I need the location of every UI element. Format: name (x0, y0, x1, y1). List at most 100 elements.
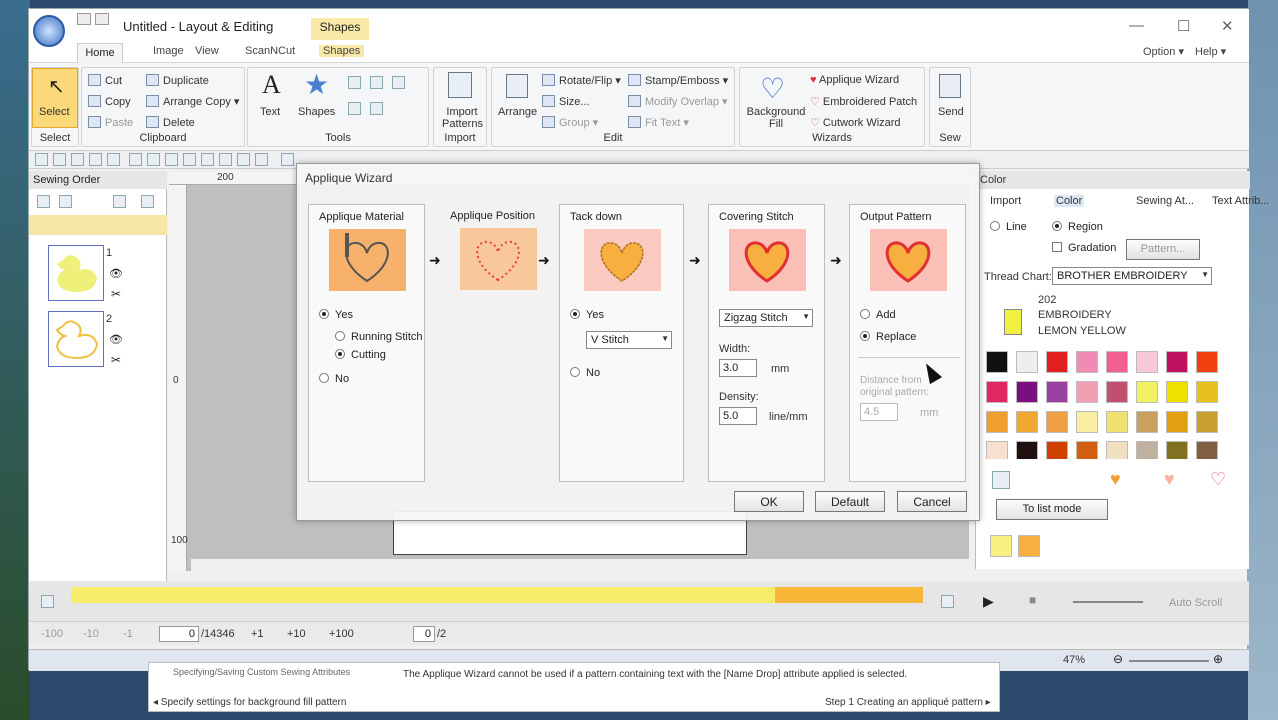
density-spinner[interactable]: 5.0 (719, 407, 757, 425)
zoom-slider[interactable] (1129, 660, 1209, 662)
stop-icon[interactable]: ■ (1029, 593, 1036, 607)
sewing-item-duck-outline[interactable] (48, 311, 104, 367)
auto-scroll-checkbox[interactable]: Auto Scroll (1169, 597, 1222, 609)
color-swatch[interactable] (1076, 441, 1098, 459)
select-toolbar-icon[interactable] (219, 153, 232, 166)
output-add-radio[interactable]: Add (860, 309, 896, 321)
color-swatch[interactable] (986, 411, 1008, 433)
heart-gold-icon[interactable]: ♥ (1110, 469, 1121, 490)
page-input[interactable]: 0 (413, 626, 435, 642)
play-icon[interactable]: ▶ (983, 593, 994, 610)
color-swatch[interactable] (1076, 411, 1098, 433)
color-swatch[interactable] (1046, 441, 1068, 459)
send-button[interactable]: Send (938, 106, 964, 118)
shapes-button[interactable]: Shapes (298, 106, 335, 118)
tab-home[interactable]: Home (77, 43, 123, 64)
covering-stitch-select[interactable]: Zigzag Stitch ▼ (719, 309, 813, 327)
material-no-radio[interactable]: No (319, 373, 349, 385)
option-menu[interactable]: Option ▾ (1143, 45, 1184, 58)
arrange-copy-button[interactable]: Arrange Copy ▾ (146, 95, 239, 108)
color-swatch[interactable] (1076, 381, 1098, 403)
step-plus-1[interactable]: +1 (251, 628, 264, 640)
rotate-flip-button[interactable]: Rotate/Flip ▾ (542, 74, 621, 87)
undo-toolbar-icon[interactable] (89, 153, 102, 166)
color-swatch[interactable] (1196, 441, 1218, 459)
measure-toolbar-icon[interactable] (237, 153, 250, 166)
text-button[interactable]: Text (260, 106, 280, 118)
thread-chart-select[interactable]: BROTHER EMBROIDERY ▼ (1052, 267, 1212, 285)
stamp-emboss-button[interactable]: Stamp/Emboss ▾ (628, 74, 728, 87)
visibility-eye-icon-2[interactable]: 👁 (109, 333, 123, 346)
color-swatch[interactable] (986, 441, 1008, 459)
fit-icon[interactable] (392, 76, 405, 89)
color-swatch[interactable] (1136, 411, 1158, 433)
color-swatch[interactable] (1076, 351, 1098, 373)
app-menu-button[interactable] (33, 15, 65, 47)
color-swatch[interactable] (1106, 351, 1128, 373)
layers-icon[interactable] (113, 195, 126, 208)
group-button[interactable]: Group ▾ (542, 116, 598, 129)
duplicate-toolbar-icon[interactable] (183, 153, 196, 166)
color-swatch[interactable] (1136, 441, 1158, 459)
tab-shapes[interactable]: Shapes (319, 45, 365, 57)
cut-x-icon[interactable]: ✂ (111, 287, 121, 301)
paste-toolbar-icon[interactable] (165, 153, 178, 166)
speed-slider[interactable] (1073, 601, 1143, 603)
step-minus-1[interactable]: -1 (123, 628, 133, 640)
color-swatch[interactable] (1136, 381, 1158, 403)
close-button[interactable]: ✕ (1221, 17, 1234, 35)
redo-icon[interactable] (107, 153, 120, 166)
arrange-button[interactable]: Arrange (498, 106, 537, 118)
visibility-eye-icon[interactable]: 👁 (109, 267, 123, 280)
first-stitch-icon[interactable] (41, 595, 54, 608)
background-fill-button[interactable]: Background Fill (744, 106, 808, 130)
measure-icon[interactable] (370, 102, 383, 115)
running-stitch-radio[interactable]: Running Stitch (335, 331, 423, 343)
heart-pink-icon[interactable]: ♡ (1210, 469, 1226, 490)
line-radio[interactable]: Line (990, 221, 1027, 233)
material-yes-radio[interactable]: Yes (319, 309, 353, 321)
sewing-item-duck[interactable] (48, 245, 104, 301)
tab-sewing-attributes[interactable]: Sewing At... (1136, 195, 1194, 207)
tab-import[interactable]: Import (990, 195, 1021, 207)
color-swatch[interactable] (1196, 381, 1218, 403)
pattern-button[interactable]: Pattern... (1126, 239, 1200, 260)
to-list-mode-button[interactable]: To list mode (996, 499, 1108, 520)
cancel-button[interactable]: Cancel (897, 491, 967, 512)
cut-button[interactable]: Cut (88, 74, 122, 87)
color-swatch[interactable] (1106, 411, 1128, 433)
open-icon[interactable] (53, 153, 66, 166)
color-swatch[interactable] (1016, 411, 1038, 433)
color-swatch[interactable] (1166, 381, 1188, 403)
new-icon[interactable] (35, 153, 48, 166)
save-toolbar-icon[interactable] (71, 153, 84, 166)
heart-peach-icon[interactable]: ♥ (1164, 469, 1175, 490)
zoom-in-button[interactable]: ⊕ (1213, 652, 1223, 666)
gradation-checkbox[interactable]: Gradation (1052, 242, 1116, 254)
color-swatch[interactable] (1106, 381, 1128, 403)
color-swatch[interactable] (1166, 351, 1188, 373)
color-swatch[interactable] (1106, 441, 1128, 459)
duplicate-button[interactable]: Duplicate (146, 74, 209, 87)
help-prev-link[interactable]: ◂ Specify settings for background fill p… (153, 697, 346, 708)
step-minus-100[interactable]: -100 (41, 628, 63, 640)
stitch-counter-input[interactable]: 0 (159, 626, 199, 642)
color-swatch[interactable] (1196, 351, 1218, 373)
width-spinner[interactable]: 3.0 (719, 359, 757, 377)
color-swatch[interactable] (1166, 411, 1188, 433)
tab-scanncut[interactable]: ScanNCut (245, 45, 295, 57)
size-button[interactable]: Size... (542, 95, 590, 108)
color-swatch[interactable] (1046, 381, 1068, 403)
applique-wizard-button[interactable]: ♥ Applique Wizard (810, 74, 899, 86)
help-menu[interactable]: Help ▾ (1195, 45, 1226, 58)
color-swatch[interactable] (1046, 411, 1068, 433)
tab-color[interactable]: Color (1054, 195, 1085, 207)
color-swatch[interactable] (1166, 441, 1188, 459)
select-button[interactable]: ↖ Select (32, 68, 78, 130)
spool-icon[interactable] (992, 471, 1010, 489)
tack-yes-radio[interactable]: Yes (570, 309, 604, 321)
tab-view[interactable]: View (195, 45, 219, 57)
copy-toolbar-icon[interactable] (147, 153, 160, 166)
step-plus-100[interactable]: +100 (329, 628, 354, 640)
cut-x-icon-2[interactable]: ✂ (111, 353, 121, 367)
